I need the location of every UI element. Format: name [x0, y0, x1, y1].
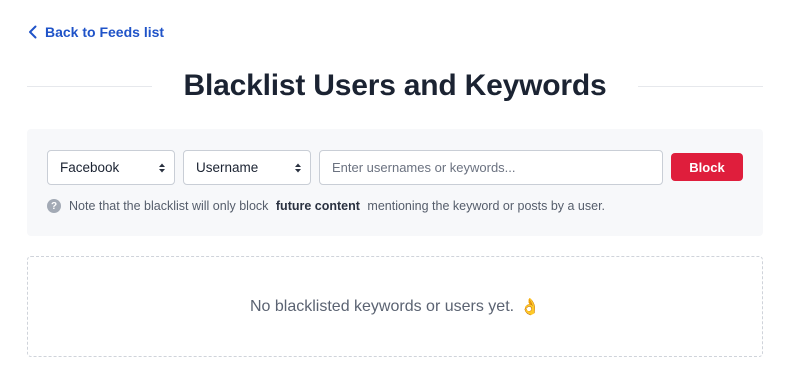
select-arrows-icon [159, 163, 165, 172]
note-suffix: mentioning the keyword or posts by a use… [367, 199, 606, 213]
platform-select-value: Facebook [60, 160, 120, 175]
ok-hand-icon: 👌 [520, 298, 541, 316]
chevron-left-icon [29, 25, 37, 39]
block-button[interactable]: Block [671, 153, 743, 181]
note-emphasis: future content [275, 199, 360, 213]
select-arrows-icon [295, 163, 301, 172]
divider-left [27, 85, 152, 87]
empty-state: No blacklisted keywords or users yet. 👌 [27, 256, 763, 357]
page-title: Blacklist Users and Keywords [183, 69, 607, 102]
title-row: Blacklist Users and Keywords [27, 66, 764, 106]
type-select[interactable]: Username [183, 150, 311, 185]
page: Back to Feeds list Blacklist Users and K… [0, 0, 797, 381]
divider-right [638, 85, 764, 87]
blacklist-note: ? Note that the blacklist will only bloc… [47, 199, 605, 213]
keywords-input[interactable] [319, 150, 663, 185]
back-link-label: Back to Feeds list [45, 24, 165, 40]
note-prefix: Note that the blacklist will only block [69, 199, 269, 213]
question-circle-icon: ? [47, 199, 61, 213]
platform-select[interactable]: Facebook [47, 150, 175, 185]
blacklist-form-panel: Facebook Username Block ? Note that the … [27, 129, 763, 236]
empty-state-message: No blacklisted keywords or users yet. [249, 297, 515, 315]
type-select-value: Username [196, 160, 259, 175]
back-to-feeds-link[interactable]: Back to Feeds list [27, 24, 164, 40]
